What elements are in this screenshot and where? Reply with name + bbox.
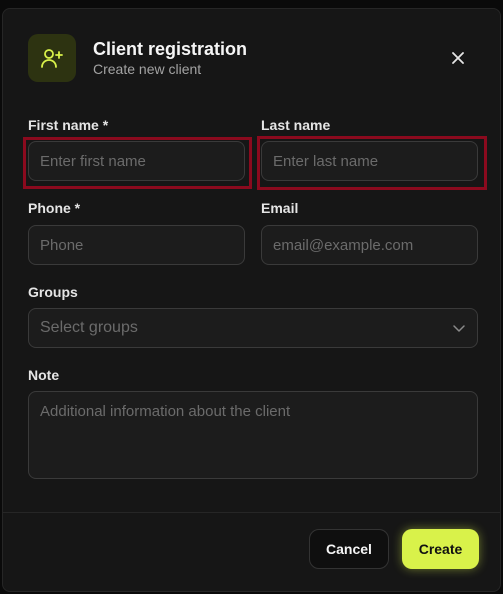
footer-divider	[3, 512, 500, 513]
last-name-input[interactable]	[261, 141, 478, 181]
first-name-input[interactable]	[28, 141, 245, 181]
last-name-label: Last name	[261, 117, 331, 133]
note-textarea[interactable]	[28, 391, 478, 479]
create-button[interactable]: Create	[402, 529, 479, 569]
email-label: Email	[261, 200, 299, 216]
close-icon	[452, 52, 464, 64]
first-name-label: First name *	[28, 117, 109, 133]
phone-input[interactable]	[28, 225, 245, 265]
dialog-subtitle: Create new client	[93, 61, 202, 77]
note-label: Note	[28, 367, 60, 383]
groups-select[interactable]: Select groups	[28, 308, 478, 348]
groups-label: Groups	[28, 284, 78, 300]
client-registration-dialog: Client registration Create new client Fi…	[2, 8, 501, 592]
close-button[interactable]	[449, 49, 467, 67]
user-plus-icon	[28, 34, 76, 82]
groups-select-placeholder: Select groups	[40, 319, 138, 336]
chevron-down-icon	[453, 325, 465, 332]
phone-label: Phone *	[28, 200, 81, 216]
dialog-title: Client registration	[93, 39, 248, 59]
cancel-button[interactable]: Cancel	[309, 529, 389, 569]
email-input[interactable]	[261, 225, 478, 265]
